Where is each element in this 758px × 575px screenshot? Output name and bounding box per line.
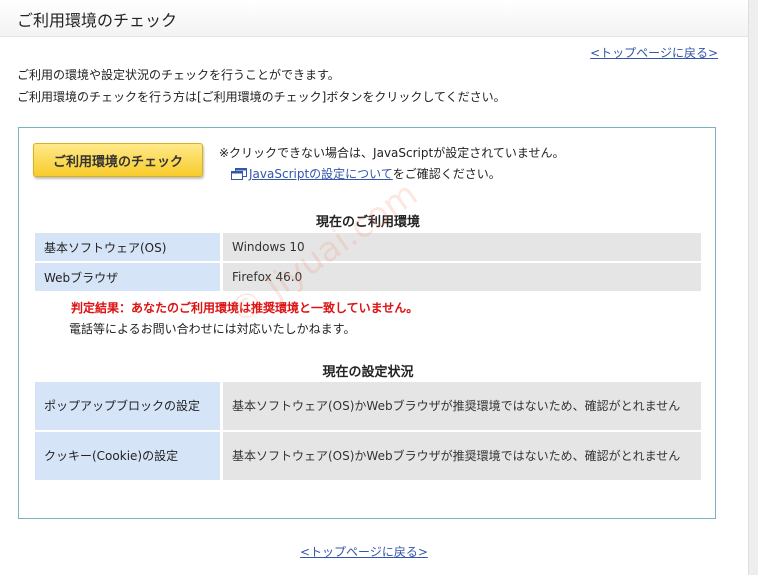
back-to-top-link[interactable]: <トップページに戻る> [590, 44, 718, 61]
table-row: 基本ソフトウェア(OS) Windows 10 [35, 233, 701, 261]
table-row: ポップアップブロックの設定 基本ソフトウェア(OS)かWebブラウザが推奨環境で… [35, 382, 701, 430]
environment-section-title: 現在のご利用環境 [315, 215, 420, 230]
table-cell-label: Webブラウザ [35, 263, 223, 291]
table-row: クッキー(Cookie)の設定 基本ソフトウェア(OS)かWebブラウザが推奨環… [35, 432, 701, 480]
check-panel: ご利用環境のチェック ※クリックできない場合は、JavaScriptが設定されて… [18, 127, 716, 519]
table-cell-value: Windows 10 [223, 233, 701, 261]
intro-text: ご利用環境のチェックを行う方は[ご利用環境のチェック]ボタンをクリックしてくださ… [17, 90, 506, 104]
back-to-top-link-bottom[interactable]: <トップページに戻る> [300, 543, 428, 560]
javascript-note-suffix: をご確認ください。 [392, 167, 501, 181]
javascript-link-line: JavaScriptの設定について をご確認ください。 [231, 165, 501, 182]
page: ご利用環境のチェック <トップページに戻る> ご利用の環境や設定状況のチェックを… [0, 0, 758, 575]
table-cell-value: 基本ソフトウェア(OS)かWebブラウザが推奨環境ではないため、確認がとれません [223, 432, 701, 480]
page-title: ご利用環境のチェック [17, 11, 178, 30]
intro-text: ご利用の環境や設定状況のチェックを行うことができます。 [17, 68, 340, 82]
table-row: Webブラウザ Firefox 46.0 [35, 263, 701, 291]
window-icon [231, 167, 247, 180]
title-band: ご利用環境のチェック [0, 0, 748, 37]
scrollbar[interactable] [748, 0, 758, 575]
table-cell-label: 基本ソフトウェア(OS) [35, 233, 223, 261]
settings-table: ポップアップブロックの設定 基本ソフトウェア(OS)かWebブラウザが推奨環境で… [35, 380, 701, 482]
settings-section-title: 現在の設定状況 [322, 365, 414, 380]
verdict-text: 判定結果：あなたのご利用環境は推奨環境と一致していません。 [71, 301, 419, 315]
check-environment-button[interactable]: ご利用環境のチェック [33, 143, 203, 177]
table-cell-label: ポップアップブロックの設定 [35, 382, 223, 430]
javascript-settings-link[interactable]: JavaScriptの設定について [249, 165, 393, 182]
verdict-note: 電話等によるお問い合わせには対応いたしかねます。 [69, 322, 356, 336]
javascript-note: ※クリックできない場合は、JavaScriptが設定されていません。 [219, 146, 565, 160]
table-cell-value: Firefox 46.0 [223, 263, 701, 291]
table-cell-value: 基本ソフトウェア(OS)かWebブラウザが推奨環境ではないため、確認がとれません [223, 382, 701, 430]
table-cell-label: クッキー(Cookie)の設定 [35, 432, 223, 480]
environment-table: 基本ソフトウェア(OS) Windows 10 Webブラウザ Firefox … [35, 231, 701, 293]
